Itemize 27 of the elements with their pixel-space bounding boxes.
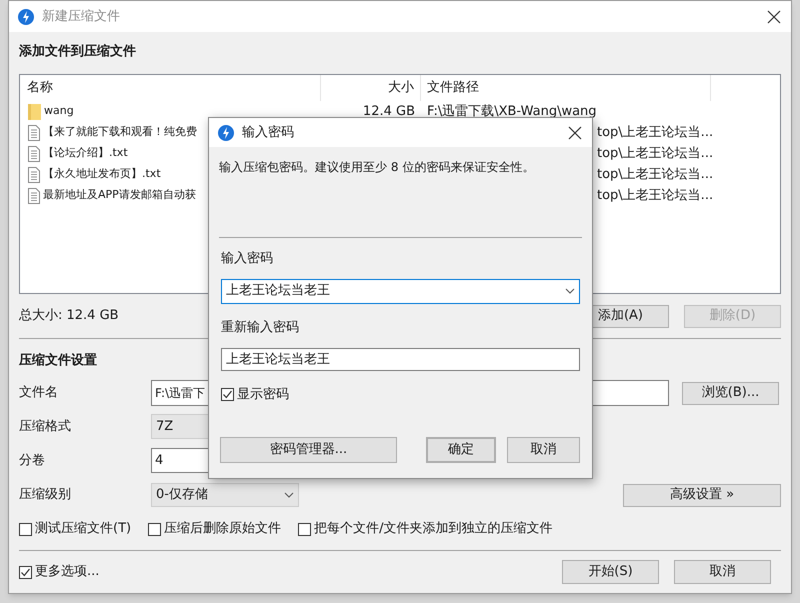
file-path: top\上老王论坛当... bbox=[597, 124, 714, 142]
file-name: 【论坛介绍】.txt bbox=[43, 145, 128, 162]
option-label: 更多选项... bbox=[35, 563, 100, 582]
option-label: 把每个文件/文件夹添加到独立的压缩文件 bbox=[314, 520, 552, 538]
file-path: top\上老王论坛当... bbox=[597, 144, 714, 163]
dialog-message: 输入压缩包密码。建议使用至少 8 位的密码来保证安全性。 bbox=[219, 159, 536, 176]
file-path: top\上老王论坛当... bbox=[597, 186, 714, 205]
option-label: 显示密码 bbox=[237, 386, 289, 404]
field-label: 输入密码 bbox=[221, 250, 274, 268]
field-label: 文件名 bbox=[19, 384, 59, 402]
file-name: 【来了就能下载和观看！纯免费 bbox=[43, 124, 197, 140]
field-label: 分卷 bbox=[19, 452, 46, 470]
file-path: top\上老王论坛当... bbox=[597, 166, 714, 184]
section-heading: 压缩文件设置 bbox=[19, 353, 97, 369]
file-name: wang bbox=[44, 103, 74, 120]
section-heading: 添加文件到压缩文件 bbox=[19, 44, 136, 60]
file-size: 12.4 GB bbox=[362, 102, 416, 121]
file-name: 最新地址及APP请发邮箱自动获 bbox=[43, 187, 196, 204]
field-label: 压缩格式 bbox=[19, 418, 72, 436]
dialog-title: 输入密码 bbox=[242, 124, 294, 142]
file-path: F:\迅雷下载\XB-Wang\wang bbox=[427, 102, 597, 121]
field-label: 重新输入密码 bbox=[221, 318, 300, 336]
window-title: 新建压缩文件 bbox=[42, 8, 120, 26]
option-label: 压缩后删除原始文件 bbox=[164, 520, 282, 538]
file-name: 【永久地址发布页】.txt bbox=[43, 166, 161, 182]
field-label: 压缩级别 bbox=[19, 486, 72, 504]
option-label: 测试压缩文件(T) bbox=[35, 520, 132, 538]
